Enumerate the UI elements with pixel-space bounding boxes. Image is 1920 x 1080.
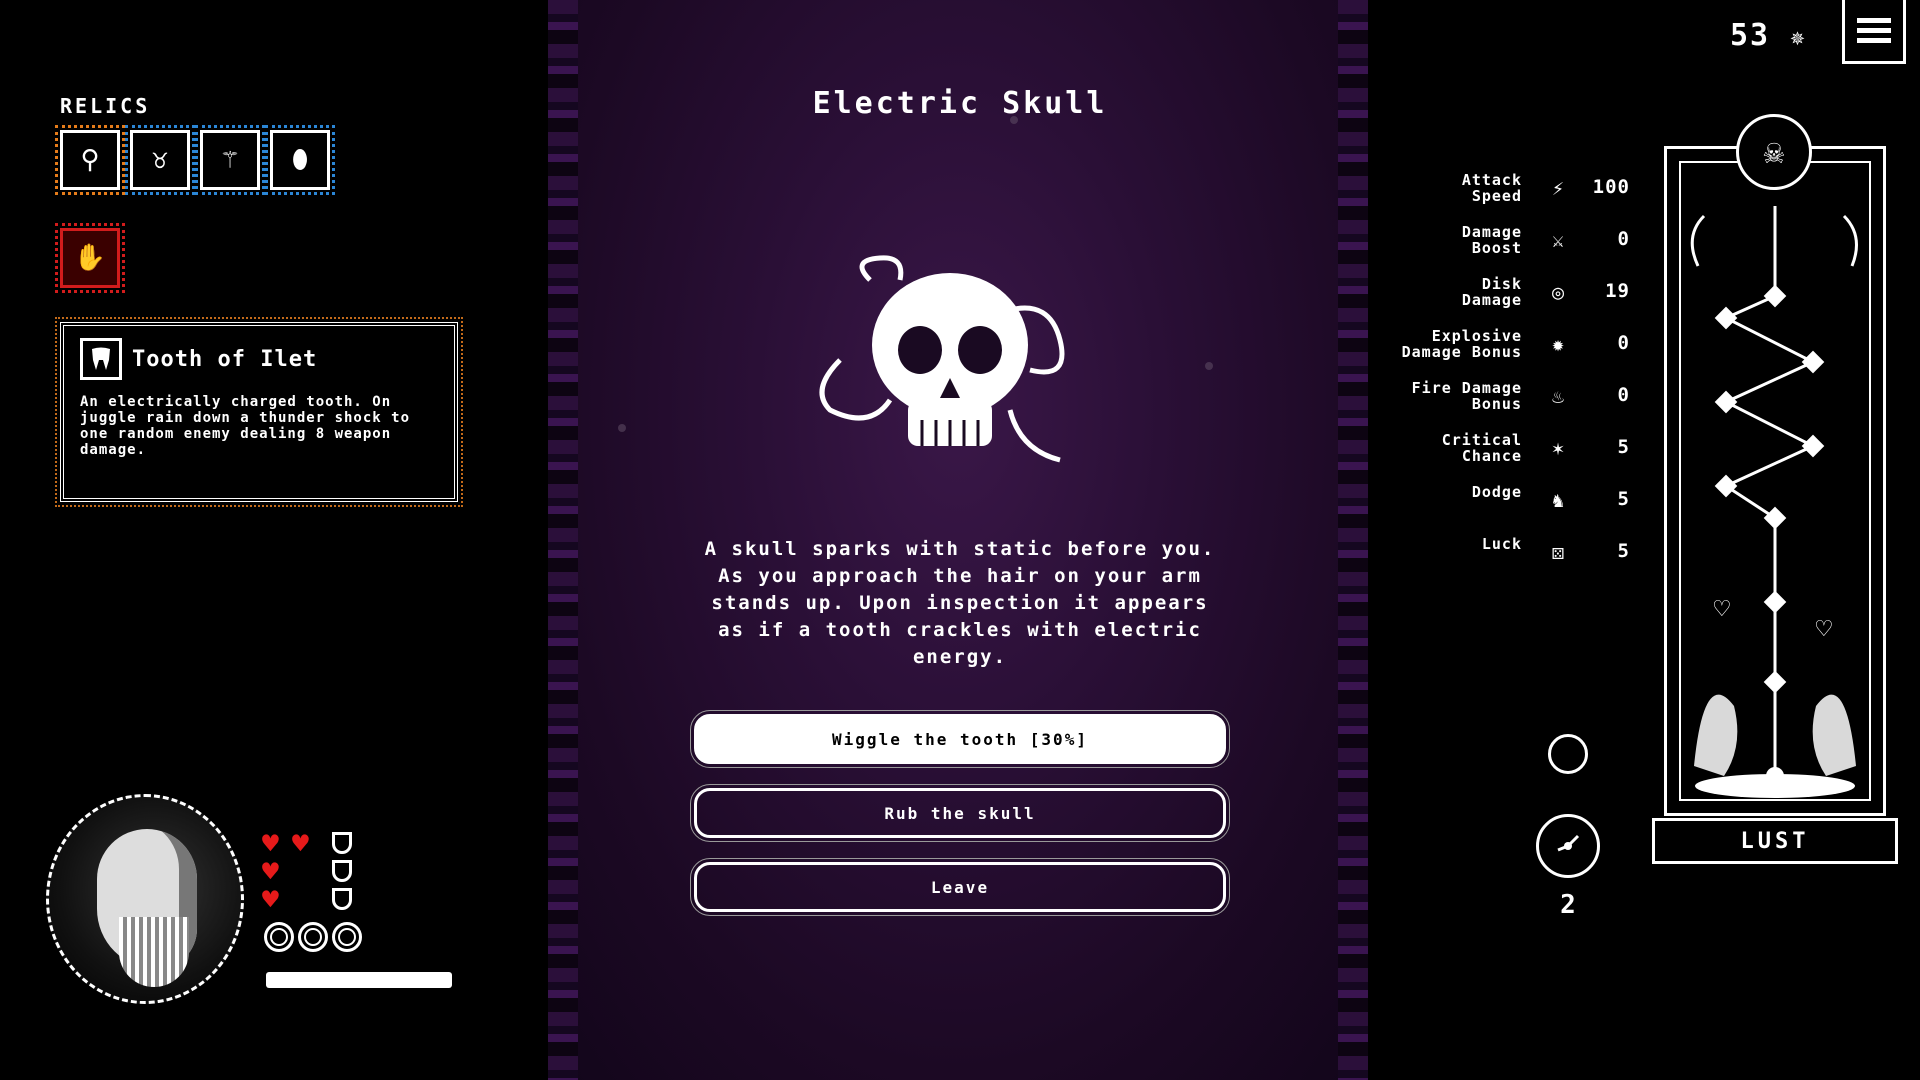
curse-slot[interactable]: ✋	[55, 223, 125, 293]
orb-icon	[264, 922, 294, 952]
relic-whip-icon: ⚲	[80, 145, 100, 175]
relic-slot-whip[interactable]: ⚲	[55, 125, 125, 195]
character-portrait	[46, 794, 244, 1004]
relic-horns-icon: ♉	[152, 145, 168, 175]
skull-icon	[810, 250, 1090, 480]
stat-critical-chance: Critical Chance ✶ 5	[1380, 428, 1660, 468]
attack-speed-icon: ⚡	[1551, 176, 1565, 200]
heart-icon: ♥	[262, 827, 279, 860]
orb-counter	[264, 922, 362, 952]
stamina-bar	[266, 972, 452, 988]
stat-label: Fire Damage Bonus	[1411, 379, 1522, 413]
circle-map: ♡ ♡	[1664, 146, 1886, 816]
stat-value: 0	[1617, 384, 1630, 406]
relic-egg-icon: ⬮	[291, 144, 309, 175]
stat-luck: Luck ⚄ 5	[1380, 532, 1660, 572]
relic-slot-horns[interactable]: ♉	[125, 125, 195, 195]
relic-slot-trident[interactable]: ⚚	[195, 125, 265, 195]
column-left-wall	[548, 0, 578, 1080]
orb-icon	[298, 922, 328, 952]
relics-title: RELICS	[60, 94, 151, 118]
hamburger-line	[1857, 38, 1891, 43]
tooth-icon	[80, 338, 122, 380]
choice-rub-skull-button[interactable]: Rub the skull	[690, 784, 1230, 842]
dodge-icon: ♞	[1551, 488, 1565, 512]
stat-value: 5	[1617, 436, 1630, 458]
disk-damage-icon: ◎	[1551, 280, 1565, 304]
soul-shard-icon: ✵	[1790, 23, 1807, 51]
stopwatch-icon[interactable]	[1536, 814, 1600, 878]
relic-slot-egg[interactable]: ⬮	[265, 125, 335, 195]
heart-icon: ♥	[292, 827, 309, 860]
stat-fire-damage: Fire Damage Bonus ♨ 0	[1380, 376, 1660, 416]
stat-disk-damage: Disk Damage ◎ 19	[1380, 272, 1660, 312]
hamburger-line	[1857, 18, 1891, 23]
stat-label: Critical Chance	[1441, 431, 1522, 465]
shield-icon	[332, 888, 352, 910]
stat-value: 0	[1617, 228, 1630, 250]
curse-hand-icon: ✋	[73, 243, 107, 273]
stat-label: Damage Boost	[1461, 223, 1522, 257]
demon-head-icon: ☠	[1736, 114, 1812, 190]
event-title: Electric Skull	[812, 86, 1108, 121]
tooltip-description: An electrically charged tooth. On juggle…	[80, 394, 411, 458]
menu-button[interactable]	[1842, 0, 1906, 64]
stat-label: Dodge	[1471, 483, 1522, 501]
ambient-spark	[618, 424, 626, 432]
stat-label: Attack Speed	[1461, 171, 1522, 205]
shield-icon	[332, 832, 352, 854]
tooltip-title: Tooth of Ilet	[132, 346, 318, 372]
stat-damage-boost: Damage Boost ⚔ 0	[1380, 220, 1660, 260]
stat-value: 5	[1617, 540, 1630, 562]
game-screen: RELICS ⚲ ♉ ⚚ ⬮ ✋ Tooth of Ilet An electr…	[0, 0, 1920, 1080]
stat-value: 5	[1617, 488, 1630, 510]
stat-dodge: Dodge ♞ 5	[1380, 480, 1660, 520]
stat-explosive-damage: Explosive Damage Bonus ✹ 0	[1380, 324, 1660, 364]
stat-label: Disk Damage	[1461, 275, 1522, 309]
stat-value: 19	[1605, 280, 1630, 302]
circle-map-path: ♡ ♡	[1690, 206, 1858, 798]
stat-label: Luck	[1481, 535, 1522, 553]
svg-text:♡: ♡	[1814, 617, 1834, 642]
dice-icon: ⚄	[1551, 540, 1565, 564]
critical-icon: ✶	[1551, 436, 1565, 460]
stat-label: Explosive Damage Bonus	[1401, 327, 1522, 361]
relic-trident-icon: ⚚	[222, 145, 238, 175]
stat-value: 0	[1617, 332, 1630, 354]
gauge-count: 2	[1560, 890, 1576, 920]
compass-icon	[1548, 734, 1588, 774]
stat-value: 100	[1592, 176, 1630, 198]
fire-icon: ♨	[1551, 384, 1565, 408]
currency-display: 53 ✵	[1730, 18, 1807, 53]
damage-boost-icon: ⚔	[1551, 228, 1565, 252]
hamburger-line	[1857, 28, 1891, 33]
stat-attack-speed: Attack Speed ⚡ 100	[1380, 168, 1660, 208]
shield-icon	[332, 860, 352, 882]
explosive-icon: ✹	[1551, 332, 1565, 356]
event-description: A skull sparks with static before you. A…	[704, 538, 1216, 668]
orb-icon	[332, 922, 362, 952]
relic-tooltip: Tooth of Ilet An electrically charged to…	[55, 317, 463, 507]
heart-icon: ♥	[262, 855, 279, 888]
ambient-spark	[1205, 362, 1213, 370]
choice-wiggle-tooth-button[interactable]: Wiggle the tooth [30%]	[690, 710, 1230, 768]
relic-list: ⚲ ♉ ⚚ ⬮	[55, 125, 335, 195]
portrait-beard	[119, 917, 189, 987]
svg-text:♡: ♡	[1712, 597, 1732, 622]
heart-icon: ♥	[262, 883, 279, 916]
choice-leave-button[interactable]: Leave	[690, 858, 1230, 916]
currency-value: 53	[1730, 18, 1771, 53]
circle-name-label: LUST	[1652, 818, 1898, 864]
